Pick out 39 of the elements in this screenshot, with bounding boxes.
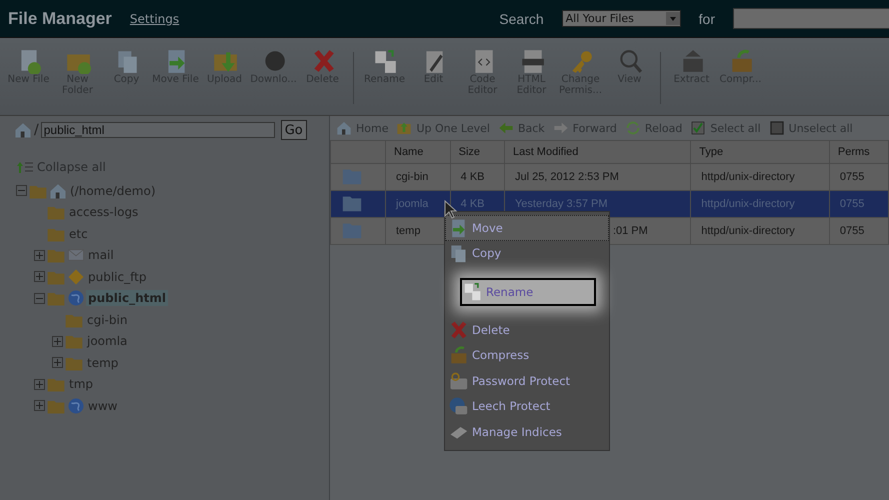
table-cell: 4 KB	[450, 164, 504, 190]
menu-item[interactable]: Leech Protect	[445, 394, 609, 419]
tree-item[interactable]: temp	[85, 354, 120, 371]
tree-item[interactable]: access-logs	[67, 204, 140, 220]
menu-item[interactable]: Delete	[445, 317, 609, 342]
tree-item[interactable]: (/home/demo)	[68, 182, 158, 199]
menu-item[interactable]: Manage Indices	[445, 419, 609, 444]
for-label: for	[698, 10, 715, 26]
menu-item[interactable]: Compress	[445, 342, 609, 368]
table-cell: httpd/unix-directory	[690, 164, 830, 190]
tree-item[interactable]: public_html	[86, 290, 168, 306]
table-cell: :01 PM	[612, 225, 648, 237]
go-button[interactable]: Go	[280, 120, 307, 140]
settings-link[interactable]: Settings	[130, 12, 180, 26]
table-cell: 0755	[829, 218, 888, 244]
search-scope-dropdown[interactable]: All Your Files	[562, 10, 681, 27]
path-field[interactable]: public_html	[40, 122, 275, 138]
tree-item[interactable]: public_ftp	[86, 268, 148, 285]
highlighted-menu-item[interactable]: Rename	[460, 278, 596, 306]
column-header[interactable]: Size	[450, 140, 504, 164]
tree-item[interactable]: etc	[67, 226, 90, 242]
menu-item[interactable]: Password Protect	[445, 368, 609, 394]
tree-item[interactable]: cgi-bin	[85, 312, 130, 328]
column-header[interactable]: Perms	[829, 140, 888, 164]
search-label: Search	[499, 10, 544, 26]
tree-item[interactable]: mail	[86, 247, 116, 264]
path-prefix: /	[34, 122, 39, 138]
app-title: File Manager	[8, 8, 112, 28]
column-header[interactable]: Name	[386, 140, 450, 164]
column-header[interactable]: Type	[690, 140, 830, 164]
tree-item[interactable]: www	[86, 398, 120, 414]
column-header[interactable]: Last Modified	[504, 140, 691, 164]
table-cell: cgi-bin	[386, 164, 450, 190]
table-cell: 0755	[829, 164, 888, 190]
tree-item[interactable]: tmp	[67, 376, 96, 392]
table-cell: Jul 25, 2012 2:53 PM	[504, 164, 691, 190]
menu-item[interactable]: Move	[445, 215, 609, 240]
tree-item[interactable]: joomla	[85, 333, 130, 350]
table-cell: httpd/unix-directory	[690, 218, 830, 244]
